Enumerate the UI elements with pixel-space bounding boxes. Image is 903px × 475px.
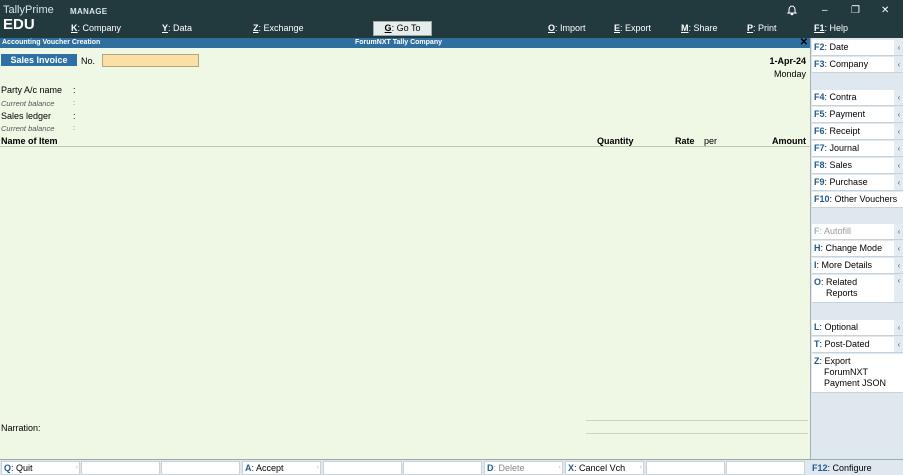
chevron-left-icon: ‹ [894,57,903,72]
menu-help[interactable]: F1: Help [814,23,848,33]
manage-label: MANAGE [70,7,108,16]
bell-icon[interactable] [786,5,798,19]
purchase-button[interactable]: F9: Purchase ‹ [812,175,903,191]
screen-title: Accounting Voucher Creation [2,39,101,46]
bottom-button-bar: Q: Quit ‹ A: Accept ‹ D: Delete ‹ X: Cancel… [0,459,903,475]
party-account-label: Party A/c name [1,85,63,95]
top-menu-bar: TallyPrime EDU MANAGE K: Company Y: Data… [0,0,903,38]
chevron-left-icon: ‹ [894,241,903,256]
optional-button[interactable]: L: Optional ‹ [812,320,903,336]
voucher-titlebar: Accounting Voucher Creation ForumNXT Tal… [0,37,810,48]
autofill-button[interactable]: F: Autofill ‹ [812,224,903,240]
close-icon[interactable]: ✕ [881,5,889,16]
chevron-left-icon: ‹ [894,337,903,352]
chevron-left-icon: ‹ [894,124,903,139]
bottom-empty-slot [726,461,805,475]
chevron-left-icon: ‹ [894,275,903,302]
voucher-form: Sales Invoice No. 1-Apr-24 Monday Party … [0,48,810,459]
bottom-empty-slot [323,461,402,475]
menu-company[interactable]: K: Company [71,23,121,33]
brand-name: TallyPrime [3,4,54,16]
configure-button[interactable]: F12: Configure [812,461,872,475]
total-divider [586,420,808,421]
party-balance-label: Current balance [1,99,55,108]
chevron-left-icon: ‹ [894,175,903,190]
bottom-empty-slot [161,461,240,475]
export-payment-json-button[interactable]: Z: Export ForumNXT Payment JSON [812,354,903,393]
other-vouchers-button[interactable]: F10: Other Vouchers [812,192,903,208]
chevron-left-icon: ‹ [894,90,903,105]
journal-button[interactable]: F7: Journal ‹ [812,141,903,157]
voucher-type-badge[interactable]: Sales Invoice [1,54,77,66]
chevron-left-icon: ‹ [639,464,642,471]
post-dated-button[interactable]: T: Post-Dated ‹ [812,337,903,353]
chevron-left-icon: ‹ [894,141,903,156]
sales-ledger-colon: : [73,111,76,121]
ledger-balance-label: Current balance [1,124,55,133]
chevron-left-icon: ‹ [316,464,319,471]
change-mode-button[interactable]: H: Change Mode ‹ [812,241,903,257]
right-button-panel: F2: Date ‹ F3: Company ‹ F4: Contra ‹ F5: P… [810,38,903,459]
menu-print[interactable]: P: Print [747,23,777,33]
close-voucher-icon[interactable]: ✕ [800,37,808,48]
party-colon: : [73,85,76,95]
accept-button[interactable]: A: Accept ‹ [242,461,321,475]
menu-exchange[interactable]: Z: Exchange [253,23,304,33]
chevron-left-icon: ‹ [894,258,903,273]
chevron-left-icon: ‹ [894,158,903,173]
sales-button[interactable]: F8: Sales ‹ [812,158,903,174]
sales-ledger-label: Sales ledger [1,111,52,121]
total-divider [586,433,808,434]
bottom-empty-slot [81,461,160,475]
chevron-left-icon: ‹ [894,40,903,55]
chevron-left-icon: ‹ [894,320,903,335]
date-button[interactable]: F2: Date ‹ [812,40,903,56]
chevron-left-icon: ‹ [558,464,561,471]
minimize-icon[interactable]: – [822,5,828,16]
company-button[interactable]: F3: Company ‹ [812,57,903,73]
contra-button[interactable]: F4: Contra ‹ [812,90,903,106]
payment-button[interactable]: F5: Payment ‹ [812,107,903,123]
cancel-voucher-button[interactable]: X: Cancel Vch ‹ [565,461,644,475]
bottom-empty-slot [403,461,482,475]
menu-export[interactable]: E: Export [614,23,651,33]
column-rate: Rate [675,136,695,146]
column-quantity: Quantity [597,136,634,146]
chevron-left-icon: ‹ [894,224,903,239]
party-balance-colon: : [73,98,76,107]
chevron-left-icon: ‹ [75,464,78,471]
chevron-left-icon: ‹ [894,107,903,122]
quit-button[interactable]: Q: Quit ‹ [1,461,80,475]
narration-label: Narration: [1,423,41,433]
bottom-empty-slot [646,461,725,475]
menu-share[interactable]: M: Share [681,23,718,33]
related-reports-button[interactable]: O: Related Reports ‹ [812,275,903,303]
menu-data[interactable]: Y: Data [162,23,192,33]
voucher-date[interactable]: 1-Apr-24 [769,56,806,66]
voucher-no-input[interactable] [102,54,199,67]
delete-button[interactable]: D: Delete ‹ [484,461,563,475]
menu-import[interactable]: O: Import [548,23,586,33]
voucher-no-label: No. [81,56,96,66]
goto-button[interactable]: G: Go To [373,21,432,36]
ledger-balance-colon: : [73,123,76,132]
column-amount: Amount [772,136,806,146]
receipt-button[interactable]: F6: Receipt ‹ [812,124,903,140]
more-details-button[interactable]: I: More Details ‹ [812,258,903,274]
brand-edition: EDU [3,16,35,33]
restore-icon[interactable]: ❐ [851,5,860,16]
column-item: Name of Item [1,136,58,146]
voucher-day: Monday [773,69,806,79]
brand: TallyPrime EDU [3,4,54,33]
items-table-header: Name of Item Quantity Rate per Amount [0,136,810,147]
column-per: per [704,136,718,146]
company-name: ForumNXT Tally Company [355,39,442,46]
